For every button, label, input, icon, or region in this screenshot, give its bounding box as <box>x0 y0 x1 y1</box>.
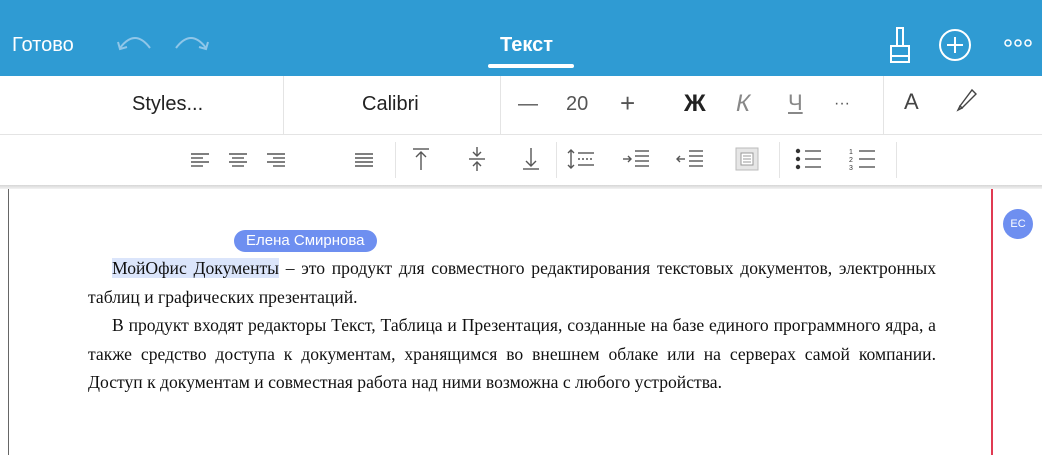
divider <box>500 76 501 134</box>
increase-font-button[interactable]: + <box>620 88 635 119</box>
brush-icon[interactable] <box>888 26 912 66</box>
align-justify-icon[interactable] <box>354 150 374 170</box>
redo-icon[interactable] <box>172 30 210 56</box>
indent-increase-icon[interactable] <box>622 148 650 170</box>
more-format-button[interactable]: ··· <box>834 95 850 113</box>
valign-middle-icon[interactable] <box>466 146 488 172</box>
collaborator-avatar[interactable]: ЕС <box>1003 209 1033 239</box>
divider <box>395 142 396 178</box>
active-tab-indicator <box>488 64 574 68</box>
svg-text:1: 1 <box>849 149 853 156</box>
plus-circle-icon[interactable] <box>938 28 972 62</box>
paragraph-2: В продукт входят редакторы Текст, Таблиц… <box>88 315 936 392</box>
document-text[interactable]: МойОфис Документы – это продукт для совм… <box>88 254 936 397</box>
align-right-icon[interactable] <box>266 150 286 170</box>
numbered-list-icon[interactable]: 123 <box>848 147 876 171</box>
undo-icon[interactable] <box>116 30 154 56</box>
align-left-icon[interactable] <box>190 150 210 170</box>
tab-text[interactable]: Текст <box>500 34 553 57</box>
divider <box>779 142 780 178</box>
svg-text:2: 2 <box>849 157 853 164</box>
svg-text:3: 3 <box>849 165 853 171</box>
collaborator-cursor-line <box>991 189 993 455</box>
divider <box>556 142 557 178</box>
italic-button[interactable]: К <box>736 90 750 118</box>
valign-bottom-icon[interactable] <box>520 146 542 172</box>
bulleted-list-icon[interactable] <box>794 147 822 171</box>
divider <box>883 76 884 134</box>
collaborator-selection: МойОфис Документы <box>112 258 279 278</box>
font-size-value[interactable]: 20 <box>566 93 588 116</box>
decrease-font-button[interactable]: — <box>518 93 538 116</box>
bold-button[interactable]: Ж <box>684 90 706 118</box>
indent-decrease-icon[interactable] <box>676 148 704 170</box>
divider <box>896 142 897 178</box>
font-family-dropdown[interactable]: Calibri <box>362 93 419 116</box>
collaborator-name-tag: Елена Смирнова <box>234 230 377 252</box>
underline-button[interactable]: Ч <box>788 90 803 116</box>
font-color-button[interactable]: A <box>904 89 919 115</box>
highlighter-icon[interactable] <box>954 86 980 112</box>
valign-top-icon[interactable] <box>410 146 432 172</box>
cell-fill-icon[interactable] <box>734 146 760 172</box>
line-spacing-icon[interactable] <box>566 147 596 171</box>
paragraph-1: МойОфис Документы – это продукт для совм… <box>88 254 936 311</box>
done-button[interactable]: Готово <box>12 34 74 57</box>
page-edge <box>8 189 9 455</box>
divider <box>283 76 284 134</box>
styles-dropdown[interactable]: Styles... <box>132 93 203 116</box>
top-app-bar: Готово Текст <box>0 0 1042 76</box>
more-icon[interactable] <box>1002 36 1036 50</box>
align-center-icon[interactable] <box>228 150 248 170</box>
